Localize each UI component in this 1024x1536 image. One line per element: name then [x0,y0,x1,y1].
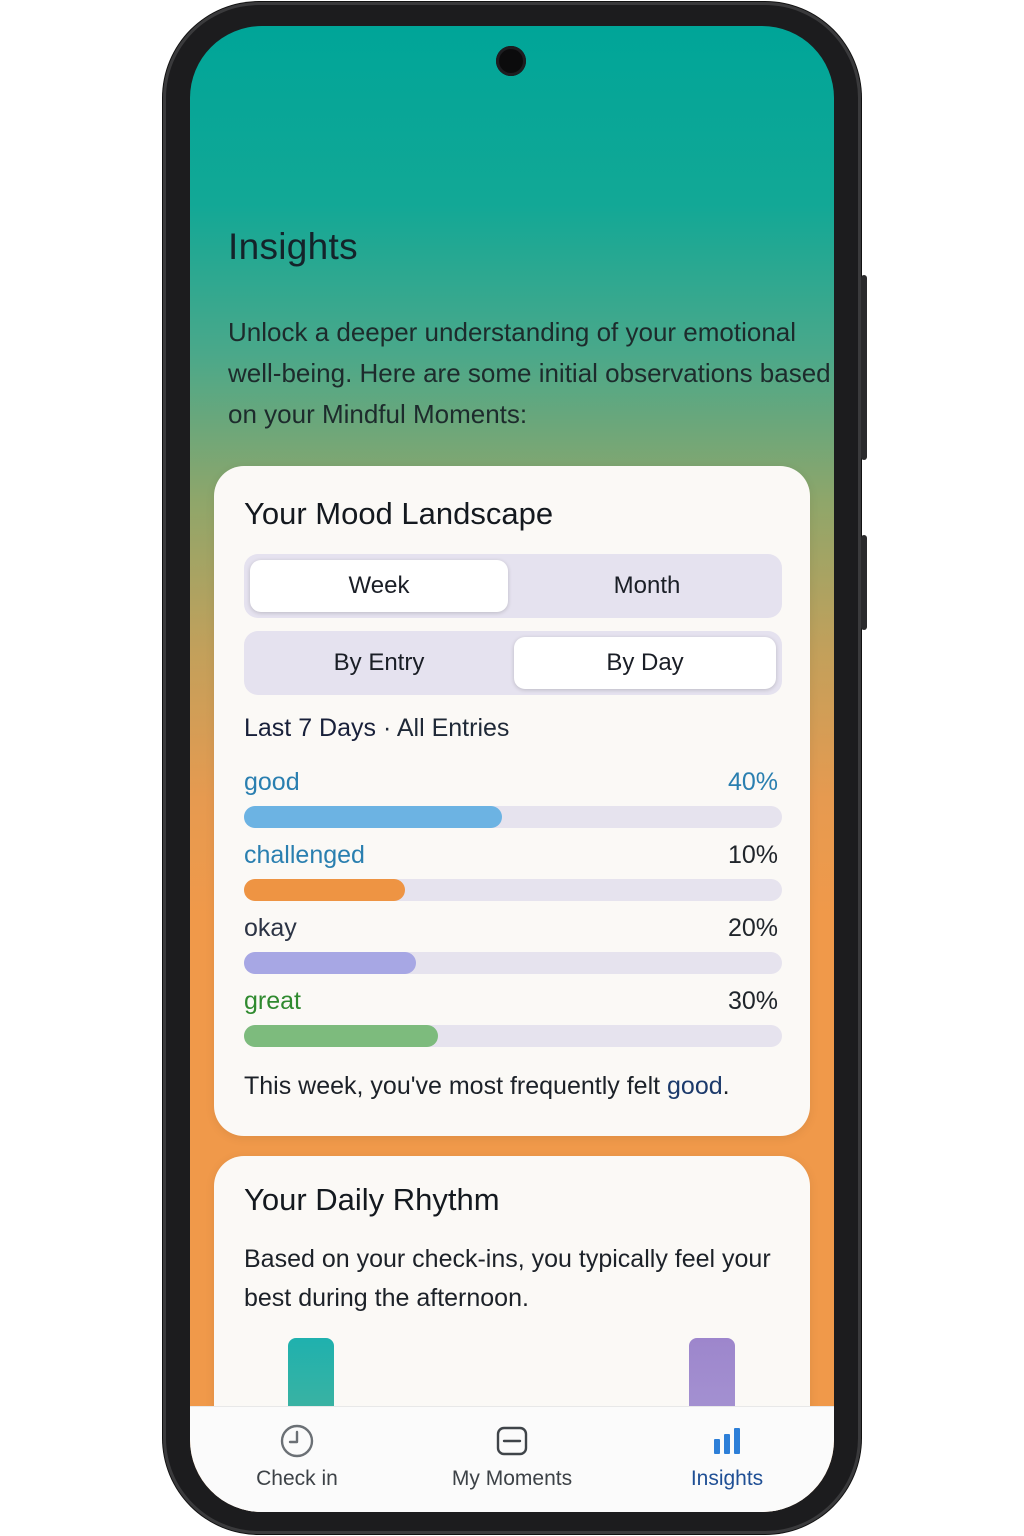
mood-card-title: Your Mood Landscape [244,496,554,531]
tab-label: Insights [690,1467,764,1490]
mood-bar-fill [244,806,503,828]
range-period: Last 7 Days [244,714,377,742]
journal-icon [496,1426,528,1456]
range-label: Last 7 Days · All Entries [244,714,509,743]
intro-text: Unlock a deeper understanding of your em… [228,317,831,429]
bottom-tab-bar: Check in My Moments Insights [190,1406,834,1512]
range-separator: · [376,714,397,742]
range-filter: All Entries [396,714,510,742]
volume-button [861,535,867,630]
mood-bar-track [244,952,782,974]
tab-insights[interactable]: Insights [620,1407,834,1512]
mood-summary: This week, you've most frequently felt g… [244,1072,730,1101]
by-entry-option[interactable]: By Entry [250,637,508,689]
mood-label: good [244,768,300,796]
mood-landscape-card: Your Mood Landscape Week Month By Entry … [214,466,810,1136]
screen: Insights Unlock a deeper understanding o… [190,26,834,1512]
mood-row-challenged: challenged 10% [244,841,782,911]
mood-label: okay [244,914,297,942]
period-month-option[interactable]: Month [518,560,776,612]
front-camera [496,46,526,76]
mood-bar-track [244,879,782,901]
period-week-option[interactable]: Week [250,560,508,612]
power-button [861,275,867,460]
mood-bar-track [244,1025,782,1047]
mood-bar-fill [244,1025,438,1047]
mood-percent: 40% [727,768,778,796]
mood-percent: 30% [727,987,778,1015]
summary-suffix: . [722,1072,730,1100]
rhythm-description: Based on your check-ins, you typically f… [244,1245,771,1312]
mood-label: challenged [244,841,365,869]
tab-my-moments[interactable]: My Moments [405,1407,619,1512]
tab-label: My Moments [451,1467,573,1490]
mood-row-great: great 30% [244,987,782,1057]
summary-prefix: This week, you've most frequently felt [244,1072,668,1100]
mood-percent: 10% [727,841,778,869]
grouping-toggle: By Entry By Day [244,631,782,695]
rhythm-card-title: Your Daily Rhythm [244,1182,500,1217]
mood-label: great [244,987,301,1015]
tab-check-in[interactable]: Check in [190,1407,404,1512]
by-day-option[interactable]: By Day [514,637,776,689]
mood-row-okay: okay 20% [244,914,782,984]
clock-icon [280,1424,314,1458]
mood-bar-fill [244,879,406,901]
summary-mood: good [667,1072,723,1100]
tab-label: Check in [256,1467,338,1490]
mood-bar-track [244,806,782,828]
page-title: Insights [228,226,358,267]
mood-row-good: good 40% [244,768,782,838]
bar-chart-icon [714,1428,740,1454]
period-toggle: Week Month [244,554,782,618]
mood-percent: 20% [727,914,778,942]
mood-bar-fill [244,952,417,974]
